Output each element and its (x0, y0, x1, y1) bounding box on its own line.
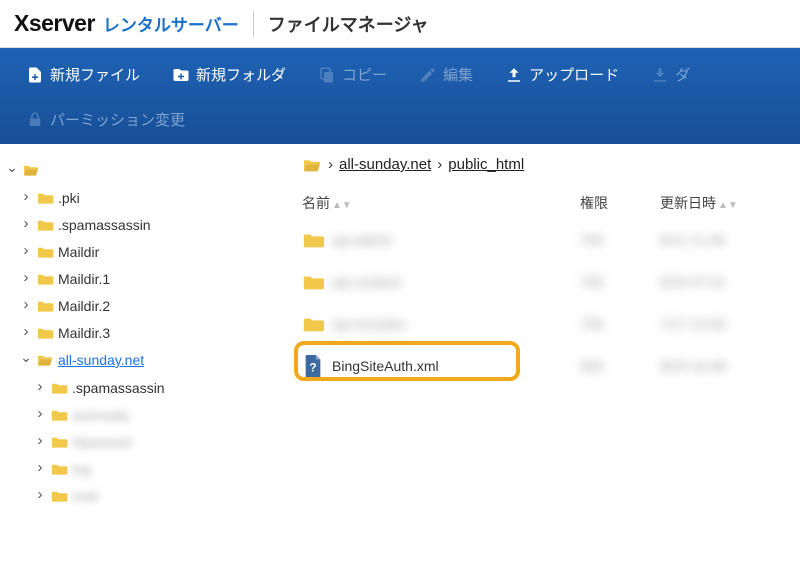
app-title: ファイルマネージャ (268, 11, 429, 37)
folder-icon (50, 381, 68, 395)
tree-item-hidden[interactable]: mail (34, 482, 278, 509)
chevron-right-icon[interactable] (34, 483, 46, 508)
toolbar: 新規ファイル 新規フォルダ コピー 編集 アップロード ダ パーミッション変更 (0, 48, 800, 144)
chevron-right-icon[interactable] (34, 375, 46, 400)
tree-item-hidden[interactable]: autoreply (34, 401, 278, 428)
edit-button: 編集 (403, 54, 489, 95)
app-header: Xserver レンタルサーバー ファイルマネージャ (0, 0, 800, 48)
tree-item-maildir[interactable]: Maildir (20, 238, 278, 265)
chevron-right-icon[interactable] (20, 212, 32, 237)
tree-root[interactable]: .pki .spamassassin Maildir Maildir.1 Mai… (6, 156, 278, 509)
folder-icon (36, 326, 54, 340)
folder-icon (50, 462, 68, 476)
chevron-right-icon[interactable] (20, 320, 32, 345)
folder-icon (36, 299, 54, 313)
folder-tree-sidebar: .pki .spamassassin Maildir Maildir.1 Mai… (0, 144, 284, 562)
brand-sub: レンタルサーバー (103, 11, 239, 36)
tree-item-spamassassin[interactable]: .spamassassin (20, 211, 278, 238)
table-row[interactable]: wp-admin 755 6/12 11:36 (302, 219, 800, 261)
folder-icon (302, 227, 324, 253)
tree-item-pki[interactable]: .pki (20, 184, 278, 211)
sort-icon: ▲▼ (718, 200, 738, 211)
file-name: BingSiteAuth.xml (332, 358, 439, 374)
svg-text:?: ? (309, 361, 316, 375)
folder-icon (302, 311, 324, 337)
chevron-right-icon[interactable] (34, 429, 46, 454)
chevron-right-icon[interactable] (34, 456, 46, 481)
table-row-highlighted[interactable]: ? BingSiteAuth.xml 604 8/29 16:38 (302, 345, 800, 387)
folder-icon (50, 408, 68, 422)
tree-item-hidden[interactable]: htpasswd (34, 428, 278, 455)
new-folder-icon (172, 66, 190, 84)
folder-icon (36, 272, 54, 286)
folder-icon (50, 435, 68, 449)
file-list-panel: › all-sunday.net › public_html 名前▲▼ 権限 更… (284, 144, 800, 562)
copy-button: コピー (302, 54, 403, 95)
tree-item-spamassassin2[interactable]: .spamassassin (34, 374, 278, 401)
tree-item-hidden[interactable]: log (34, 455, 278, 482)
column-header-permission[interactable]: 権限 (580, 193, 660, 213)
copy-icon (318, 66, 336, 84)
download-button: ダ (635, 54, 706, 95)
tree-item-maildir3[interactable]: Maildir.3 (20, 319, 278, 346)
column-header-date[interactable]: 更新日時▲▼ (660, 193, 800, 213)
breadcrumb-separator: › (437, 156, 442, 173)
folder-open-icon (302, 157, 322, 173)
brand-main: Xserver (14, 10, 95, 37)
breadcrumb-link[interactable]: all-sunday.net (339, 156, 431, 173)
breadcrumb: › all-sunday.net › public_html (302, 156, 800, 187)
chevron-right-icon[interactable] (20, 293, 32, 318)
pencil-icon (419, 66, 437, 84)
breadcrumb-separator: › (328, 156, 333, 173)
chevron-right-icon[interactable] (20, 185, 32, 210)
brand-logo: Xserver レンタルサーバー (14, 10, 239, 37)
tree-item-maildir2[interactable]: Maildir.2 (20, 292, 278, 319)
header-divider (253, 11, 254, 37)
sort-icon: ▲▼ (332, 200, 352, 211)
tree-item-maildir1[interactable]: Maildir.1 (20, 265, 278, 292)
folder-icon (36, 191, 54, 205)
main-area: .pki .spamassassin Maildir Maildir.1 Mai… (0, 144, 800, 562)
column-header-name[interactable]: 名前▲▼ (302, 193, 580, 213)
folder-icon (50, 489, 68, 503)
table-header: 名前▲▼ 権限 更新日時▲▼ (302, 187, 800, 219)
file-unknown-icon: ? (302, 353, 324, 379)
upload-icon (505, 66, 523, 84)
lock-icon (26, 111, 44, 129)
tree-item-all-sunday[interactable]: all-sunday.net .spamassassin autoreply h… (20, 346, 278, 509)
table-row[interactable]: wp-includes 755 7/17 10:50 (302, 303, 800, 345)
chevron-right-icon[interactable] (34, 402, 46, 427)
table-row[interactable]: wp-content 755 8/29 07:01 (302, 261, 800, 303)
new-file-button[interactable]: 新規ファイル (10, 54, 156, 95)
folder-open-icon (22, 163, 40, 177)
new-file-icon (26, 66, 44, 84)
breadcrumb-link[interactable]: public_html (448, 156, 524, 173)
folder-icon (36, 218, 54, 232)
folder-open-icon (36, 353, 54, 367)
chevron-down-icon[interactable] (6, 157, 18, 183)
download-icon (651, 66, 669, 84)
folder-icon (302, 269, 324, 295)
chevron-right-icon[interactable] (20, 266, 32, 291)
permission-button: パーミッション変更 (10, 99, 201, 140)
chevron-right-icon[interactable] (20, 239, 32, 264)
chevron-down-icon[interactable] (20, 347, 32, 373)
new-folder-button[interactable]: 新規フォルダ (156, 54, 302, 95)
upload-button[interactable]: アップロード (489, 54, 635, 95)
folder-icon (36, 245, 54, 259)
